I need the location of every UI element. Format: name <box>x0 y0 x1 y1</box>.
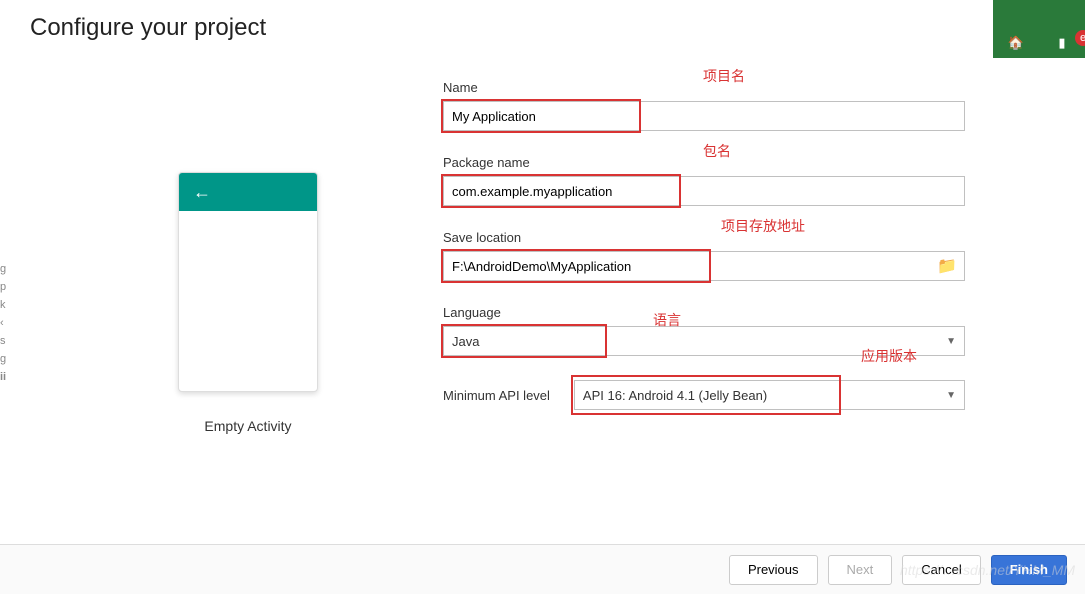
location-input[interactable] <box>443 251 965 281</box>
next-button: Next <box>828 555 893 585</box>
folder-icon[interactable]: 📁 <box>937 256 957 276</box>
api-value: API 16: Android 4.1 (Jelly Bean) <box>583 388 767 403</box>
finish-button[interactable]: Finish <box>991 555 1067 585</box>
project-form: Name 项目名 Package name 包名 Save location 📁… <box>443 80 965 410</box>
home-icon[interactable]: 🏠 <box>1007 34 1025 52</box>
template-name: Empty Activity <box>178 418 318 434</box>
location-field-group: Save location 📁 项目存放地址 <box>443 230 965 281</box>
location-label: Save location <box>443 230 965 245</box>
api-field-group: Minimum API level API 16: Android 4.1 (J… <box>443 380 965 410</box>
phone-appbar: ← <box>179 173 317 211</box>
package-field-group: Package name 包名 <box>443 155 965 206</box>
chevron-down-icon: ▼ <box>946 390 956 401</box>
name-field-group: Name 项目名 <box>443 80 965 131</box>
window-toolbar: 🏠 ▮ <box>993 0 1085 58</box>
back-arrow-icon: ← <box>193 183 211 201</box>
cancel-button[interactable]: Cancel <box>902 555 980 585</box>
chevron-down-icon: ▼ <box>946 336 956 347</box>
previous-button[interactable]: Previous <box>729 555 818 585</box>
language-label: Language <box>443 305 965 320</box>
package-input[interactable] <box>443 176 965 206</box>
annotation-location: 项目存放地址 <box>721 216 805 236</box>
cropped-edge: gpk‹sgii <box>0 260 8 386</box>
wizard-footer: Previous Next Cancel Finish <box>0 544 1085 594</box>
annotation-name: 项目名 <box>703 66 745 86</box>
page-title: Configure your project <box>30 14 266 42</box>
language-value: Java <box>452 334 479 349</box>
annotation-package: 包名 <box>703 141 731 161</box>
template-preview: ← Empty Activity <box>178 172 318 434</box>
bookmark-icon[interactable]: ▮ <box>1053 34 1071 52</box>
name-input[interactable] <box>443 101 965 131</box>
api-select[interactable]: API 16: Android 4.1 (Jelly Bean) ▼ <box>574 380 965 410</box>
api-label: Minimum API level <box>443 388 550 403</box>
annotation-api: 应用版本 <box>861 346 917 366</box>
phone-preview: ← <box>178 172 318 392</box>
notification-badge[interactable]: e <box>1075 30 1085 46</box>
annotation-language: 语言 <box>653 310 681 330</box>
